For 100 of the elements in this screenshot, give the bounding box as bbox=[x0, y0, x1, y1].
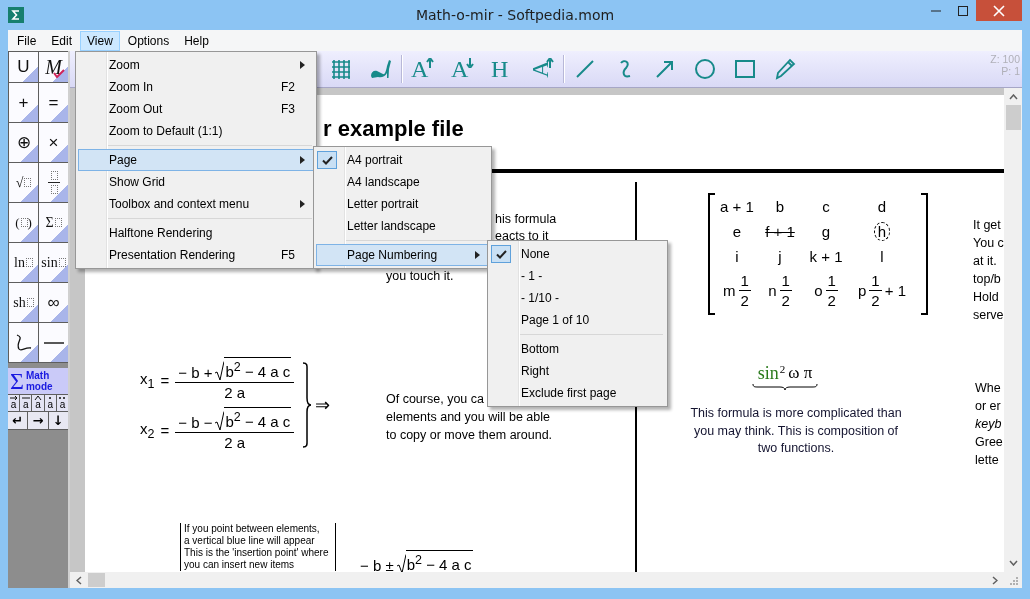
menu-item[interactable]: Page Numbering bbox=[316, 244, 489, 266]
menu-item[interactable]: View bbox=[80, 30, 120, 51]
menu-item[interactable]: File bbox=[10, 30, 44, 51]
text-line: Of course, you ca bbox=[386, 391, 484, 408]
scroll-right-icon[interactable] bbox=[992, 575, 998, 585]
menu-item[interactable]: Page bbox=[78, 149, 314, 171]
text-fragment: his formula bbox=[495, 211, 557, 228]
text-line: elements and you will be able bbox=[386, 409, 550, 426]
up-arrow-icon bbox=[426, 58, 435, 68]
key-button[interactable]: ↵ bbox=[8, 412, 28, 429]
app-icon bbox=[8, 7, 24, 23]
matrix-entry: o bbox=[814, 282, 823, 299]
accent-button[interactable]: a bbox=[8, 395, 20, 411]
square-icon[interactable] bbox=[733, 57, 757, 81]
menu-item[interactable]: Zoom In F2 bbox=[78, 76, 314, 98]
underbrace bbox=[752, 383, 818, 390]
menu-item[interactable]: Zoom to Default (1:1) bbox=[78, 120, 314, 142]
text-paragraph: This formula is more complicated than you may think. This is composition of two functions. bbox=[689, 405, 903, 457]
math-term: ω π bbox=[788, 363, 813, 383]
accent-button[interactable]: a bbox=[32, 395, 44, 411]
resize-grip-icon[interactable] bbox=[1008, 575, 1018, 585]
close-button[interactable] bbox=[976, 0, 1022, 21]
matrix-entry: p bbox=[858, 282, 867, 299]
text-line: to copy or move them around. bbox=[386, 427, 553, 444]
matrix-entry: j bbox=[778, 248, 782, 265]
accent-button[interactable]: a bbox=[44, 395, 56, 411]
math-term: = bbox=[160, 371, 170, 389]
tool-button[interactable]: Σ bbox=[39, 203, 68, 242]
tool-button[interactable]: sh bbox=[9, 283, 38, 322]
scroll-up-icon[interactable] bbox=[1008, 94, 1018, 100]
menu-item[interactable]: Page 1 of 10 bbox=[490, 309, 665, 331]
accent-button[interactable]: a bbox=[56, 395, 68, 411]
tool-button[interactable] bbox=[39, 163, 68, 202]
menu-item[interactable]: Letter landscape bbox=[316, 215, 489, 237]
math-term: ⇒ bbox=[315, 394, 331, 416]
accent-button[interactable]: a bbox=[20, 395, 32, 411]
matrix-entry: f + 1 bbox=[765, 223, 795, 240]
matrix-entry: a + 1 bbox=[720, 198, 754, 215]
menu-item[interactable]: None bbox=[490, 243, 665, 265]
text-line: top/b bbox=[973, 271, 1001, 288]
denominator: 2 bbox=[740, 291, 749, 310]
math-term: b$^{2}$ − 4 a c bbox=[224, 357, 292, 381]
scroll-left-icon[interactable] bbox=[76, 575, 82, 585]
menu-item[interactable]: Zoom bbox=[78, 54, 314, 76]
menu-item[interactable]: A4 portrait bbox=[316, 149, 489, 171]
menu-item[interactable]: Help bbox=[177, 30, 216, 51]
scroll-thumb[interactable] bbox=[1005, 105, 1021, 130]
accent-icon bbox=[58, 395, 67, 400]
menu-item[interactable]: - 1/10 - bbox=[490, 287, 665, 309]
tool-button[interactable]: = bbox=[39, 83, 68, 122]
menu-item[interactable]: - 1 - bbox=[490, 265, 665, 287]
math-term: b$^{2}$ − 4 a c bbox=[224, 407, 292, 431]
menu-item[interactable]: Bottom bbox=[490, 338, 665, 360]
text-line: at it. bbox=[973, 253, 997, 270]
text-line: Hold bbox=[973, 289, 999, 306]
denominator: 2 bbox=[827, 291, 836, 310]
pen-icon[interactable] bbox=[773, 57, 797, 81]
up-arrow-icon bbox=[546, 58, 555, 68]
tool-button[interactable]: ∞ bbox=[39, 283, 68, 322]
high-heel-icon[interactable] bbox=[369, 57, 393, 81]
menu-item[interactable]: A4 landscape bbox=[316, 171, 489, 193]
menu-item[interactable]: Toolbox and context menu bbox=[78, 193, 314, 215]
menu-item[interactable]: Right bbox=[490, 360, 665, 382]
tool-button[interactable]: + bbox=[9, 83, 38, 122]
math-term: x$_{1}$ bbox=[140, 369, 155, 391]
menu-item[interactable]: Show Grid bbox=[78, 171, 314, 193]
tool-button[interactable]: M bbox=[39, 52, 68, 82]
function-name: sin bbox=[757, 363, 779, 383]
numerator: 1 bbox=[869, 271, 882, 291]
menu-item[interactable]: Options bbox=[120, 30, 177, 51]
scroll-thumb[interactable] bbox=[88, 573, 105, 587]
tool-button[interactable]: U bbox=[9, 52, 38, 82]
accent-icon bbox=[9, 395, 18, 400]
math-term: − b + bbox=[178, 364, 213, 381]
tool-button[interactable]: ln bbox=[9, 243, 38, 282]
tool-button[interactable] bbox=[39, 323, 68, 362]
tool-button[interactable]: sin bbox=[39, 243, 68, 282]
key-button[interactable]: → bbox=[28, 412, 48, 429]
tool-button[interactable]: ( ) bbox=[9, 203, 38, 242]
numerator: 1 bbox=[779, 271, 792, 291]
down-arrow-icon bbox=[466, 58, 475, 68]
tool-button[interactable] bbox=[9, 323, 38, 362]
exponent: 2 bbox=[779, 363, 786, 375]
tool-button[interactable]: √ bbox=[9, 163, 38, 202]
note-box: If you point between elements, a vertical blue line will appear This is the 'insertion point' where you can insert new items bbox=[180, 523, 336, 571]
math-term: x$_{2}$ bbox=[140, 419, 155, 441]
menu-item[interactable]: Exclude first page bbox=[490, 382, 665, 404]
circle-icon[interactable] bbox=[693, 57, 717, 81]
menu-item[interactable]: Halftone Rendering bbox=[78, 222, 314, 244]
text-line: keyb bbox=[975, 416, 1002, 433]
menu-item[interactable]: Presentation Rendering F5 bbox=[78, 244, 314, 266]
grid-icon[interactable] bbox=[329, 57, 353, 81]
text-line: Gree bbox=[975, 434, 1003, 451]
menu-item[interactable]: Edit bbox=[44, 30, 80, 51]
tool-button[interactable]: ⊕ bbox=[9, 123, 38, 162]
menu-item[interactable]: Letter portrait bbox=[316, 193, 489, 215]
key-button[interactable]: ↓ bbox=[48, 412, 68, 429]
scroll-down-icon[interactable] bbox=[1008, 560, 1018, 566]
tool-button[interactable]: × bbox=[39, 123, 68, 162]
menu-item[interactable]: Zoom Out F3 bbox=[78, 98, 314, 120]
